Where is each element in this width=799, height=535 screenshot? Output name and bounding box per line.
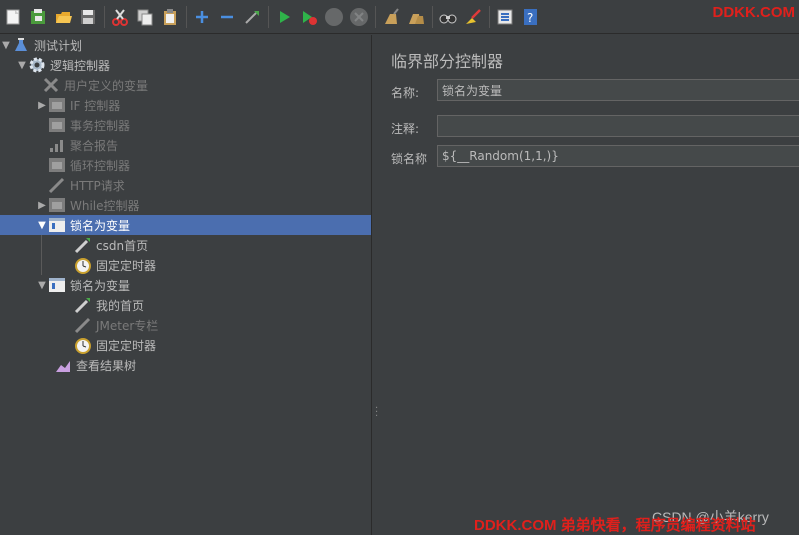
splitter-grip-icon[interactable]: · · ·	[375, 404, 378, 422]
panel-title: 临界部分控制器	[391, 52, 504, 71]
tree-item-aggregate-report[interactable]: 聚合报告	[0, 135, 371, 155]
lock-name-label: 锁名称	[391, 152, 428, 166]
lock-name-field[interactable]	[437, 145, 799, 167]
report-icon	[48, 136, 66, 154]
controller-icon	[48, 196, 66, 214]
chevron-right-icon[interactable]: ▶	[36, 100, 48, 111]
start-icon[interactable]	[273, 6, 295, 28]
tree-item-label: 我的首页	[96, 298, 145, 313]
config-wrench-icon	[42, 76, 60, 94]
tree-item-user-variables[interactable]: 用户定义的变量	[0, 75, 371, 95]
splitter[interactable]: · · ·	[371, 35, 381, 535]
sampler-icon	[74, 236, 92, 254]
sampler-icon	[48, 176, 66, 194]
reset-search-icon[interactable]	[462, 6, 484, 28]
tree-item-label: 查看结果树	[76, 358, 137, 373]
site-watermark: DDKK.COM 弟弟快看，程序员编程资料站	[474, 517, 756, 534]
gear-icon	[28, 56, 46, 74]
controller-panel: 临界部分控制器 名称: 注释: 锁名称	[381, 35, 799, 535]
controller-icon	[48, 96, 66, 114]
toolbar: ?	[0, 0, 799, 34]
search-icon[interactable]	[437, 6, 459, 28]
tree-empty-area	[0, 375, 371, 535]
comment-label: 注释:	[391, 122, 420, 136]
expand-icon[interactable]	[191, 6, 213, 28]
name-field[interactable]	[437, 79, 799, 101]
tree-item-label: 测试计划	[34, 38, 83, 53]
chevron-down-icon[interactable]: ▼	[36, 280, 48, 291]
name-label: 名称:	[391, 86, 420, 100]
tree-item-test-plan[interactable]: ▼ 测试计划	[0, 35, 371, 55]
toggle-icon[interactable]	[241, 6, 263, 28]
brand-logo: DDKK.COM	[712, 4, 796, 21]
paste-icon[interactable]	[159, 6, 181, 28]
controller-icon	[48, 276, 66, 294]
copy-icon[interactable]	[134, 6, 156, 28]
tree-item-label: JMeter专栏	[96, 318, 159, 333]
templates-icon[interactable]	[27, 6, 49, 28]
save-icon[interactable]	[77, 6, 99, 28]
controller-icon	[48, 216, 66, 234]
tree-item-label: 事务控制器	[70, 118, 131, 133]
controller-icon	[48, 116, 66, 134]
clear-all-icon[interactable]	[405, 6, 427, 28]
cut-icon[interactable]	[109, 6, 131, 28]
tree-item-constant-timer-2[interactable]: 固定定时器	[0, 335, 371, 355]
function-helper-icon[interactable]	[494, 6, 516, 28]
sampler-icon	[74, 316, 92, 334]
chevron-down-icon[interactable]: ▼	[0, 40, 12, 51]
stop-icon[interactable]	[323, 6, 345, 28]
new-icon[interactable]	[2, 6, 24, 28]
open-icon[interactable]	[52, 6, 74, 28]
shutdown-icon[interactable]	[348, 6, 370, 28]
help-icon[interactable]: ?	[519, 6, 541, 28]
comment-field[interactable]	[437, 115, 799, 137]
tree-item-my-home[interactable]: 我的首页	[0, 295, 371, 315]
tree-item-label: 逻辑控制器	[50, 58, 111, 73]
tree-item-http-request[interactable]: HTTP请求	[0, 175, 371, 195]
tree-item-label: 固定定时器	[96, 258, 157, 273]
test-plan-icon	[12, 36, 30, 54]
tree-item-label: 锁名为变量	[70, 278, 131, 293]
tree-item-while-controller[interactable]: ▶ While控制器	[0, 195, 371, 215]
tree-item-constant-timer-1[interactable]: 固定定时器	[0, 255, 371, 275]
tree-item-label: 循环控制器	[70, 158, 131, 173]
tree-item-label: 固定定时器	[96, 338, 157, 353]
tree-item-label: 锁名为变量	[70, 218, 131, 233]
clear-icon[interactable]	[380, 6, 402, 28]
tree-item-label: 用户定义的变量	[64, 78, 149, 93]
tree-item-jmeter-column[interactable]: JMeter专栏	[0, 315, 371, 335]
tree-item-label: csdn首页	[96, 238, 149, 253]
timer-icon	[74, 336, 92, 354]
tree-item-if-controller[interactable]: ▶ IF 控制器	[0, 95, 371, 115]
chevron-down-icon[interactable]: ▼	[36, 220, 48, 231]
listener-icon	[54, 356, 72, 374]
tree-item-logic-controller[interactable]: ▼ 逻辑控制器	[0, 55, 371, 75]
tree-item-label: 聚合报告	[70, 138, 119, 153]
tree-item-critical-section-2[interactable]: ▼ 锁名为变量	[0, 275, 371, 295]
chevron-down-icon[interactable]: ▼	[16, 60, 28, 71]
tree-item-transaction-controller[interactable]: 事务控制器	[0, 115, 371, 135]
tree-item-view-results-tree[interactable]: 查看结果树	[0, 355, 371, 375]
svg-text:?: ?	[527, 11, 533, 25]
tree-item-csdn-home[interactable]: csdn首页	[0, 235, 371, 255]
tree-item-loop-controller[interactable]: 循环控制器	[0, 155, 371, 175]
timer-icon	[74, 256, 92, 274]
chevron-right-icon[interactable]: ▶	[36, 200, 48, 211]
sampler-icon	[74, 296, 92, 314]
tree-item-critical-section-1[interactable]: ▼ 锁名为变量	[0, 215, 371, 235]
collapse-icon[interactable]	[216, 6, 238, 28]
controller-icon	[48, 156, 66, 174]
tree-item-label: While控制器	[70, 198, 140, 213]
tree-item-label: IF 控制器	[70, 98, 121, 113]
tree-item-label: HTTP请求	[70, 178, 125, 193]
test-plan-tree: ▼ 测试计划 ▼ 逻辑控制器 用户定义的变量 ▶ IF 控制器 事务控制器 聚合…	[0, 35, 371, 375]
start-no-pause-icon[interactable]	[298, 6, 320, 28]
